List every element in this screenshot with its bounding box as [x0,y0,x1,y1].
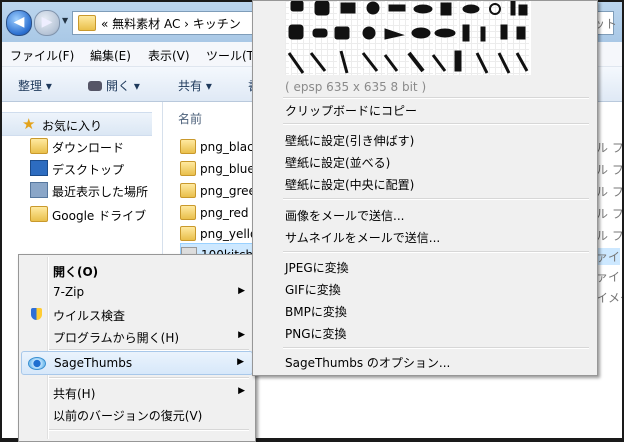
folder-icon [180,226,196,241]
menu-item-label: 共有(H) [53,387,96,401]
image-preview-thumbnail [285,1,531,75]
convert-gif-item[interactable]: GIFに変換 [285,281,341,303]
menu-item-7zip[interactable]: 7-Zip ▶ [21,281,253,303]
menu-separator [49,429,249,431]
type-column-cell: ル フ [596,185,622,199]
nav-item-label: デスクトップ [52,163,125,177]
menu-view[interactable]: 表示(V) [148,47,190,64]
file-name: png_red [200,206,249,220]
menu-item-label: 7-Zip [53,285,85,299]
menu-item-label: ウイルス検査 [53,309,126,323]
google-drive-folder-icon [30,206,48,222]
forward-button[interactable]: ▶ [34,10,60,36]
context-menu: 開く(O) 7-Zip ▶ ウイルス検査 プログラムから開く(H) ▶ Sage… [18,254,256,442]
back-button[interactable]: ◀ [6,10,32,36]
menu-item-restore-previous[interactable]: 以前のバージョンの復元(V) [21,403,253,425]
convert-jpeg-item[interactable]: JPEGに変換 [285,259,349,281]
wallpaper-tile-item[interactable]: 壁紙に設定(並べる) [285,154,390,176]
type-column-cell: ル フ [596,207,622,221]
folder-icon [78,15,96,31]
menu-separator [283,347,589,349]
desktop-icon [30,160,48,176]
menu-item-label: 以前のバージョンの復元(V) [53,409,203,423]
column-header-name[interactable]: 名前 [178,110,202,127]
sagethumbs-options-item[interactable]: SageThumbs のオプション... [285,354,450,376]
menu-separator [283,251,589,253]
sagethumbs-eye-icon [28,357,46,370]
menu-edit[interactable]: 編集(E) [90,47,131,64]
convert-png-item[interactable]: PNGに変換 [285,325,347,347]
type-column-cell: イメー [596,291,622,305]
folder-icon [180,161,196,176]
type-column-cell: ル フ [596,163,622,177]
menu-separator [283,198,589,200]
star-icon: ★ [22,115,36,133]
email-image-item[interactable]: 画像をメールで送信... [285,207,404,229]
address-path: « 無料素材 AC › キッチン [101,17,241,31]
menu-separator [283,97,589,99]
file-name: png_blue [200,162,255,176]
nav-item-label: 最近表示した場所 [52,185,149,199]
email-thumbnail-item[interactable]: サムネイルをメールで送信... [285,229,440,251]
menu-item-open-with[interactable]: プログラムから開く(H) ▶ [21,325,253,347]
folder-icon [180,183,196,198]
open-label: 開く ▾ [106,79,140,93]
image-info: ( epsp 635 x 635 8 bit ) [285,80,427,94]
menu-item-label: SageThumbs [54,356,133,370]
favorites-label: お気に入り [42,119,103,133]
folder-icon [180,139,196,154]
organize-button[interactable]: 整理 ▾ [18,77,52,94]
menu-item-label: 開く(O) [53,265,99,279]
submenu-arrow-icon: ▶ [238,330,245,340]
nav-item-label: ダウンロード [52,141,125,155]
menu-tools[interactable]: ツール(T) [206,47,259,64]
favorites-header[interactable]: ★ お気に入り [2,112,152,136]
type-column-cell: ル フ [596,229,622,243]
share-button[interactable]: 共有 ▾ [178,77,212,94]
menu-item-label: プログラムから開く(H) [53,331,180,345]
convert-bmp-item[interactable]: BMPに変換 [285,303,347,325]
menu-separator [283,123,589,125]
menu-file[interactable]: ファイル(F) [10,47,74,64]
open-button[interactable]: 開く ▾ [88,77,140,94]
type-column-cell: ル フ [596,141,622,155]
submenu-arrow-icon: ▶ [237,357,244,367]
wallpaper-stretch-item[interactable]: 壁紙に設定(引き伸ばす) [285,132,414,154]
submenu-arrow-icon: ▶ [238,386,245,396]
recent-places-icon [30,182,48,198]
open-icon [88,81,102,91]
shield-icon [31,308,42,320]
sagethumbs-submenu: ( epsp 635 x 635 8 bit ) クリップボードにコピー 壁紙に… [252,0,598,376]
downloads-folder-icon [30,138,48,154]
nav-item-label: Google ドライブ [52,209,147,223]
type-column-cell: ァイ [596,270,621,284]
kitchen-utensils-preview [287,1,529,74]
menu-item-share[interactable]: 共有(H) ▶ [21,381,253,403]
menu-separator [49,377,249,379]
wallpaper-center-item[interactable]: 壁紙に設定(中央に配置) [285,176,414,198]
folder-icon [180,205,196,220]
menu-item-virus-scan[interactable]: ウイルス検査 [21,303,253,325]
submenu-arrow-icon: ▶ [238,286,245,296]
type-column-cell: ァイ [596,248,621,265]
menu-item-sagethumbs[interactable]: SageThumbs ▶ [21,351,253,375]
history-dropdown-icon[interactable]: ▼ [62,16,68,25]
menu-item-open[interactable]: 開く(O) [21,259,253,281]
copy-to-clipboard-item[interactable]: クリップボードにコピー [285,102,417,124]
